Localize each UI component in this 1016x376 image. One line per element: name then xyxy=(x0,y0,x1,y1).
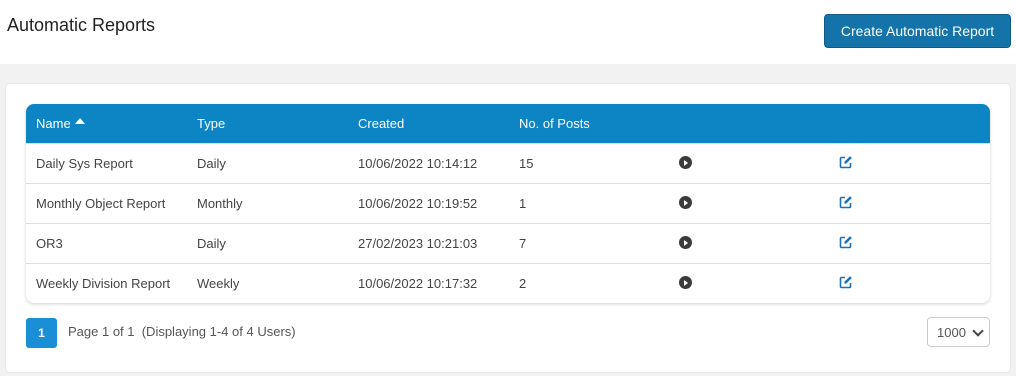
chevron-down-icon xyxy=(972,325,984,337)
cell-created: 10/06/2022 10:14:12 xyxy=(358,156,478,171)
page-size-select[interactable]: 1000 xyxy=(927,317,990,347)
reports-card: Name Type Created No. of Posts Daily Sys… xyxy=(6,84,1010,372)
page-header: Automatic Reports Create Automatic Repor… xyxy=(0,0,1016,64)
pager-info: Page 1 of 1 (Displaying 1-4 of 4 Users) xyxy=(68,324,296,339)
cell-created: 10/06/2022 10:19:52 xyxy=(358,196,478,211)
cell-name: OR3 xyxy=(36,236,63,251)
cell-posts: 7 xyxy=(519,236,527,251)
cell-type: Daily xyxy=(197,236,226,251)
cell-created: 10/06/2022 10:17:32 xyxy=(358,276,478,291)
cell-type: Monthly xyxy=(197,196,243,211)
cell-type: Weekly xyxy=(197,276,240,291)
column-header-created[interactable]: Created xyxy=(358,116,404,131)
play-icon[interactable] xyxy=(679,276,692,289)
sort-ascending-icon xyxy=(74,118,85,124)
table-row: Weekly Division Report Weekly 10/06/2022… xyxy=(26,263,990,303)
cell-posts: 1 xyxy=(519,196,527,211)
table-row: Monthly Object Report Monthly 10/06/2022… xyxy=(26,183,990,223)
edit-icon[interactable] xyxy=(839,155,853,169)
reports-table: Name Type Created No. of Posts Daily Sys… xyxy=(26,104,990,303)
cell-created: 27/02/2023 10:21:03 xyxy=(358,236,478,251)
column-header-label: Name xyxy=(36,116,71,131)
cell-posts: 2 xyxy=(519,276,527,291)
table-row: Daily Sys Report Daily 10/06/2022 10:14:… xyxy=(26,143,990,183)
play-icon[interactable] xyxy=(679,196,692,209)
column-header-posts[interactable]: No. of Posts xyxy=(519,116,590,131)
column-header-name[interactable]: Name xyxy=(36,116,85,131)
page-1-button[interactable]: 1 xyxy=(26,318,57,348)
cell-type: Daily xyxy=(197,156,226,171)
play-icon[interactable] xyxy=(679,156,692,169)
table-header: Name Type Created No. of Posts xyxy=(26,104,990,143)
cell-posts: 15 xyxy=(519,156,534,171)
play-icon[interactable] xyxy=(679,236,692,249)
page-title: Automatic Reports xyxy=(7,15,156,35)
cell-name: Monthly Object Report xyxy=(36,196,166,211)
cell-name: Daily Sys Report xyxy=(36,156,133,171)
column-header-type[interactable]: Type xyxy=(197,116,225,131)
create-automatic-report-button[interactable]: Create Automatic Report xyxy=(824,14,1011,48)
table-row: OR3 Daily 27/02/2023 10:21:03 7 xyxy=(26,223,990,263)
cell-name: Weekly Division Report xyxy=(36,276,171,291)
edit-icon[interactable] xyxy=(839,195,853,209)
edit-icon[interactable] xyxy=(839,235,853,249)
page-size-value: 1000 xyxy=(937,325,966,340)
edit-icon[interactable] xyxy=(839,275,853,289)
